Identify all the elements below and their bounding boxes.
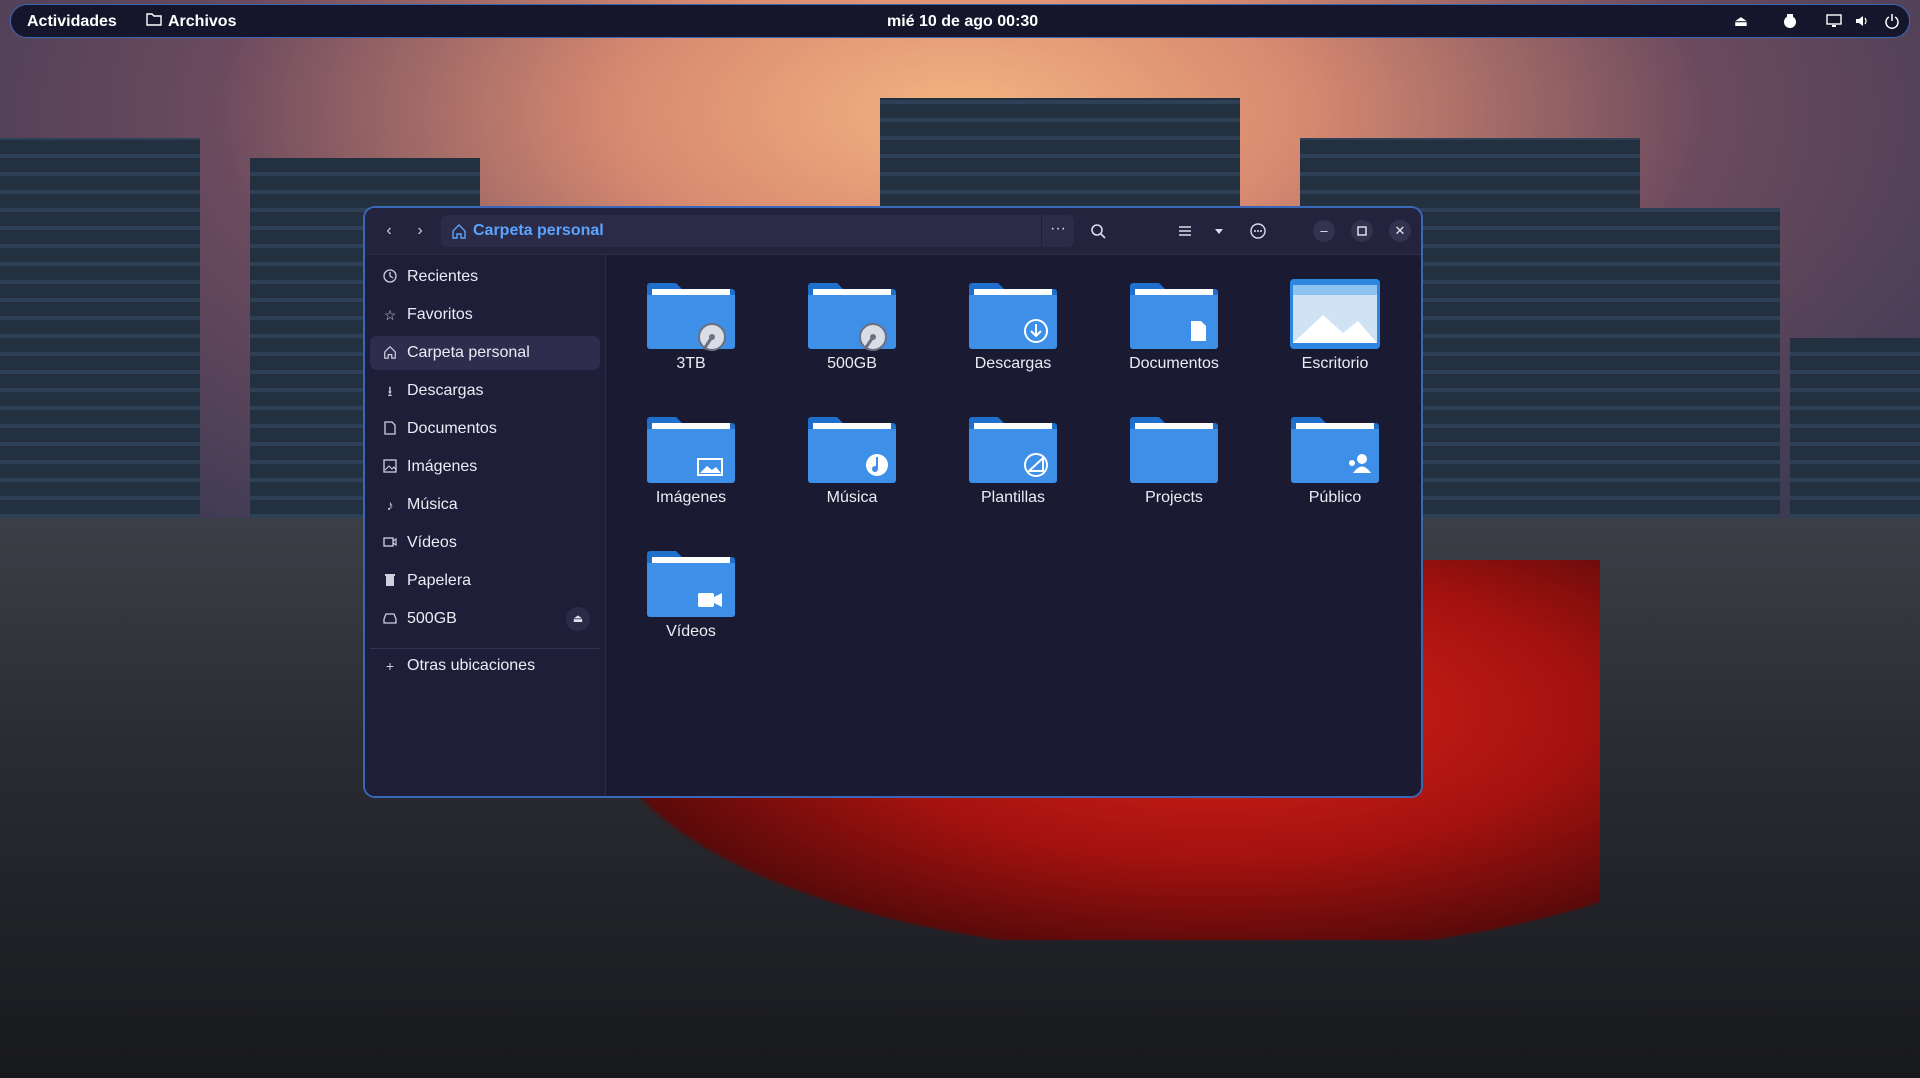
folder-item[interactable]: Documentos: [1099, 267, 1249, 395]
sidebar-item-label: Imágenes: [407, 458, 478, 475]
folder-item[interactable]: Escritorio: [1260, 267, 1410, 395]
folder-item[interactable]: Projects: [1099, 401, 1249, 529]
folder-name: 500GB: [827, 355, 877, 372]
sidebar-item-label: Recientes: [407, 268, 479, 285]
extension-icon[interactable]: [1781, 13, 1799, 31]
folder-name: Projects: [1145, 489, 1203, 506]
view-options-dropdown[interactable]: [1205, 217, 1233, 245]
folder-icon: [1290, 279, 1380, 351]
sidebar-item-otras-ubicaciones[interactable]: + Otras ubicaciones: [370, 649, 600, 683]
sidebar-item-descargas[interactable]: ⭳ Descargas: [370, 374, 600, 408]
folder-name: Música: [826, 489, 878, 506]
folder-icon: [646, 413, 736, 485]
eject-button[interactable]: ⏏: [566, 607, 590, 631]
folder-name: Público: [1308, 489, 1362, 506]
sidebar-item-label: Otras ubicaciones: [407, 657, 536, 674]
folder-name: Imágenes: [655, 489, 727, 506]
sidebar-item-label: Papelera: [407, 572, 472, 589]
app-menu[interactable]: Archivos: [146, 5, 236, 39]
home-icon: [382, 345, 398, 361]
location-bar[interactable]: Carpeta personal ···: [441, 215, 1074, 247]
sidebar-item-label: 500GB: [407, 610, 457, 627]
app-name: Archivos: [168, 13, 237, 31]
clock-icon: [382, 269, 398, 285]
more-options-button[interactable]: ···: [1041, 215, 1074, 247]
sidebar-item-label: Vídeos: [407, 534, 457, 551]
folder-icon: [646, 279, 736, 351]
folder-item[interactable]: Descargas: [938, 267, 1088, 395]
power-icon[interactable]: [1883, 13, 1901, 31]
folder-icon: [1129, 413, 1219, 485]
folder-icon: [968, 413, 1058, 485]
activities-button[interactable]: Actividades: [27, 5, 117, 39]
folder-name: Documentos: [1129, 355, 1219, 372]
folder-item[interactable]: Música: [777, 401, 927, 529]
sidebar-item-500gb[interactable]: 500GB ⏏: [370, 602, 600, 636]
close-button[interactable]: ✕: [1389, 220, 1411, 242]
volume-icon[interactable]: [1853, 13, 1871, 31]
home-icon: [451, 223, 467, 239]
folder-icon: [1290, 413, 1380, 485]
sidebar-item-imagenes[interactable]: Imágenes: [370, 450, 600, 484]
folder-name: Vídeos: [666, 623, 716, 640]
folder-icon: [968, 279, 1058, 351]
network-icon[interactable]: [1825, 13, 1843, 31]
folder-name: Escritorio: [1301, 355, 1369, 372]
sidebar: Recientes ☆ Favoritos Carpeta personal ⭳…: [365, 255, 606, 796]
folder-icon: [646, 547, 736, 619]
folder-icon: [807, 413, 897, 485]
search-button[interactable]: [1084, 217, 1112, 245]
sidebar-item-papelera[interactable]: Papelera: [370, 564, 600, 598]
folder-item[interactable]: Público: [1260, 401, 1410, 529]
sidebar-item-videos[interactable]: Vídeos: [370, 526, 600, 560]
sidebar-item-label: Carpeta personal: [407, 344, 530, 361]
file-grid: 3TB 500GB Descargas Documentos Escritorio Imá…: [606, 255, 1421, 796]
folder-item[interactable]: Plantillas: [938, 401, 1088, 529]
maximize-button[interactable]: [1351, 220, 1373, 242]
sidebar-item-favoritos[interactable]: ☆ Favoritos: [370, 298, 600, 332]
trash-icon: [382, 573, 398, 589]
document-icon: [382, 421, 398, 437]
folder-item[interactable]: Imágenes: [616, 401, 766, 529]
music-icon: ♪: [386, 497, 394, 513]
location-label: Carpeta personal: [473, 222, 604, 239]
folder-name: Plantillas: [980, 489, 1046, 506]
sidebar-item-documentos[interactable]: Documentos: [370, 412, 600, 446]
star-icon: ☆: [383, 307, 397, 323]
video-icon: [382, 535, 398, 551]
folder-icon: [146, 5, 162, 39]
eject-icon[interactable]: ⏏: [1732, 13, 1750, 31]
folder-name: Descargas: [974, 355, 1052, 372]
clock[interactable]: mié 10 de ago 00:30: [887, 5, 1038, 39]
sidebar-item-label: Documentos: [407, 420, 497, 437]
folder-name: 3TB: [676, 355, 706, 372]
menu-button[interactable]: [1244, 217, 1272, 245]
folder-item[interactable]: Vídeos: [616, 535, 766, 663]
drive-icon: [382, 611, 398, 627]
folder-item[interactable]: 500GB: [777, 267, 927, 395]
minimize-button[interactable]: –: [1313, 220, 1335, 242]
sidebar-item-musica[interactable]: ♪ Música: [370, 488, 600, 522]
image-icon: [382, 459, 398, 475]
folder-item[interactable]: 3TB: [616, 267, 766, 395]
sidebar-item-label: Favoritos: [407, 306, 473, 323]
plus-icon: +: [385, 658, 395, 674]
file-manager-window: ‹ › Carpeta personal ··· – ✕ Recientes ☆…: [363, 206, 1423, 798]
back-button[interactable]: ‹: [375, 217, 403, 245]
download-icon: ⭳: [387, 383, 393, 399]
view-list-button[interactable]: [1171, 217, 1199, 245]
sidebar-item-label: Música: [407, 496, 458, 513]
forward-button[interactable]: ›: [406, 217, 434, 245]
sidebar-item-label: Descargas: [407, 382, 484, 399]
sidebar-item-carpeta-personal[interactable]: Carpeta personal: [370, 336, 600, 370]
folder-icon: [1129, 279, 1219, 351]
folder-icon: [807, 279, 897, 351]
header-bar: ‹ › Carpeta personal ··· – ✕: [365, 208, 1421, 255]
top-bar: Actividades Archivos mié 10 de ago 00:30…: [10, 4, 1910, 38]
sidebar-item-recientes[interactable]: Recientes: [370, 260, 600, 294]
